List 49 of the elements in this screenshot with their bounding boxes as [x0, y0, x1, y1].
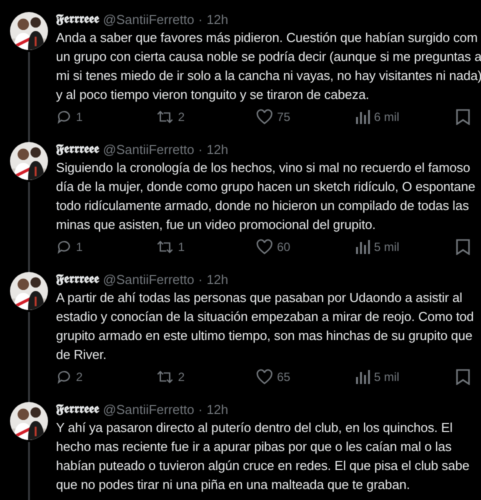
timestamp[interactable]: 12h	[206, 142, 228, 158]
user-handle[interactable]: @SantiiFerretto	[103, 142, 194, 158]
repost-button[interactable]: 2	[156, 368, 256, 386]
bar-chart-icon	[356, 240, 370, 254]
timestamp[interactable]: 12h	[206, 12, 228, 28]
bookmark-icon	[456, 109, 470, 125]
tweet-text: A partir de ahí todas las personas que pasaban por Udaondo a asistir al estadio y conocían de la situación empezaban a mirar de reojo. Como tod grupito armado en este ultimo tiempo, son mas hinchas de su grupito que de River.	[56, 289, 474, 364]
repost-icon	[156, 109, 174, 125]
repost-icon	[156, 239, 174, 255]
bookmark-button[interactable]	[456, 109, 470, 125]
separator: ·	[198, 12, 203, 28]
bookmark-button[interactable]	[456, 369, 470, 385]
user-handle[interactable]: @SantiiFerretto	[103, 12, 194, 28]
like-button[interactable]: 75	[256, 108, 356, 126]
reply-button[interactable]: 1	[56, 108, 156, 126]
timestamp[interactable]: 12h	[206, 402, 228, 418]
bar-chart-icon	[356, 370, 370, 384]
tweet-text: Y ahí ya pasaron directo al puterío dentro del club, en los quinchos. El hecho mas reciente fue ir a apurar pibas por que o les caían mal o las habían puteado o tuvieron algún cruce en redes. El que pisa el club sabe que no podes tirar ni una piña en una malteada que te graban.	[56, 419, 470, 494]
views-button[interactable]: 5 mil	[356, 238, 456, 256]
reply-button[interactable]: 1	[56, 238, 156, 256]
heart-icon	[256, 239, 273, 255]
timestamp[interactable]: 12h	[206, 272, 228, 288]
repost-button[interactable]: 2	[156, 108, 256, 126]
like-button[interactable]: 65	[256, 368, 356, 386]
display-name[interactable]: 𝕱𝖊𝖗𝖗𝖗𝖊𝖊𝖊	[56, 12, 99, 28]
reply-icon	[56, 239, 72, 255]
separator: ·	[198, 272, 203, 288]
reply-icon	[56, 109, 72, 125]
views-button[interactable]: 6 mil	[356, 108, 456, 126]
display-name[interactable]: 𝕱𝖊𝖗𝖗𝖗𝖊𝖊𝖊	[56, 272, 99, 288]
repost-icon	[156, 369, 174, 385]
bookmark-button[interactable]	[456, 239, 470, 255]
heart-icon	[256, 369, 273, 385]
user-handle[interactable]: @SantiiFerretto	[103, 402, 194, 418]
tweet-text: Siguiendo la cronología de los hechos, vino si mal no recuerdo el famoso día de la mujer, donde como grupo hacen un sketch ridículo, O espontane todo ridículamente armado, donde no hicieron un compilado de todas las minas que asisten, fue un video promocional del grupito.	[56, 159, 476, 234]
display-name[interactable]: 𝕱𝖊𝖗𝖗𝖗𝖊𝖊𝖊	[56, 142, 99, 158]
user-handle[interactable]: @SantiiFerretto	[103, 272, 194, 288]
separator: ·	[198, 142, 203, 158]
like-button[interactable]: 60	[256, 238, 356, 256]
views-button[interactable]: 5 mil	[356, 368, 456, 386]
separator: ·	[198, 402, 203, 418]
repost-button[interactable]: 1	[156, 238, 256, 256]
reply-button[interactable]: 2	[56, 368, 156, 386]
display-name[interactable]: 𝕱𝖊𝖗𝖗𝖗𝖊𝖊𝖊	[56, 402, 99, 418]
reply-icon	[56, 369, 72, 385]
bookmark-icon	[456, 239, 470, 255]
heart-icon	[256, 109, 273, 125]
bookmark-icon	[456, 369, 470, 385]
bar-chart-icon	[356, 110, 370, 124]
